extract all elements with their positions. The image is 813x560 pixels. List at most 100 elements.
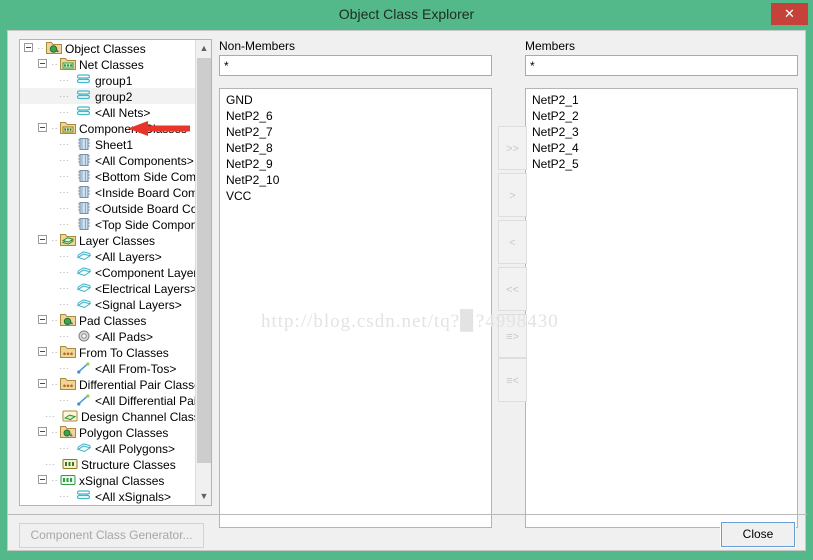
tree-item-group2[interactable]: ··· group2 <box>20 88 196 104</box>
tree-item-label: <Top Side Components> <box>95 217 196 232</box>
close-button[interactable]: Close <box>720 521 796 548</box>
non-member-list-item[interactable]: VCC <box>220 188 491 204</box>
move-selected-left-button[interactable]: ≡< <box>498 358 527 402</box>
polygon-icon <box>76 441 92 455</box>
move-left-button[interactable]: < <box>498 220 527 264</box>
scroll-up-icon[interactable]: ▲ <box>196 40 211 57</box>
tree-item-label: Component Classes <box>79 121 188 136</box>
member-list-item[interactable]: NetP2_3 <box>526 124 797 140</box>
tree-collapse-icon[interactable] <box>38 475 47 485</box>
component-icon <box>76 185 92 199</box>
tree-connector: ··· <box>59 186 69 198</box>
tree-item-component-classes[interactable]: ·· Component Classes <box>20 120 196 136</box>
move-all-left-button[interactable]: << <box>498 267 527 311</box>
dialog-body: ·· Object Classes ·· Net Classes ··· group1 ··… <box>7 30 807 551</box>
window-close-icon[interactable]: ✕ <box>771 3 808 25</box>
tree-collapse-icon[interactable] <box>38 59 47 69</box>
tree-item-label: <Inside Board Components> <box>95 185 196 200</box>
tree-item-inside-board-components[interactable]: ··· <Inside Board Components> <box>20 184 196 200</box>
component-class-generator-button[interactable]: Component Class Generator... <box>19 523 204 548</box>
member-list-item[interactable]: NetP2_1 <box>526 92 797 108</box>
object-class-tree[interactable]: ·· Object Classes ·· Net Classes ··· group1 ··… <box>19 39 212 506</box>
members-listbox[interactable]: NetP2_1 NetP2_2 NetP2_3 NetP2_4 NetP2_5 <box>525 88 798 528</box>
tree-connector: ··· <box>59 442 69 454</box>
polygon-classes-icon <box>60 425 76 439</box>
tree-connector: ··· <box>59 282 69 294</box>
non-member-list-item[interactable]: NetP2_10 <box>220 172 491 188</box>
tree-item-pad-classes[interactable]: ·· Pad Classes <box>20 312 196 328</box>
member-list-item[interactable]: NetP2_5 <box>526 156 797 172</box>
tree-connector: ··· <box>59 138 69 150</box>
fromto-icon <box>76 361 92 375</box>
tree-collapse-icon[interactable] <box>38 347 47 357</box>
tree-item-group1[interactable]: ··· group1 <box>20 72 196 88</box>
scrollbar-thumb[interactable] <box>197 58 211 463</box>
tree-connector: ··· <box>59 170 69 182</box>
tree-collapse-icon[interactable] <box>38 427 47 437</box>
non-members-listbox[interactable]: GND NetP2_6 NetP2_7 NetP2_8 NetP2_9 NetP2_10 V… <box>219 88 492 528</box>
tree-item-top-side-components[interactable]: ··· <Top Side Components> <box>20 216 196 232</box>
tree-item-label: <All Pads> <box>95 329 154 344</box>
tree-item-sheet1[interactable]: ··· Sheet1 <box>20 136 196 152</box>
tree-item-all-differential-pairs[interactable]: ··· <All Differential Pairs> <box>20 392 196 408</box>
tree-item-polygon-classes[interactable]: ·· Polygon Classes <box>20 424 196 440</box>
scroll-down-icon[interactable]: ▼ <box>196 488 211 505</box>
tree-collapse-icon[interactable] <box>24 43 33 53</box>
tree-item-all-from-tos[interactable]: ··· <All From-Tos> <box>20 360 196 376</box>
member-list-item[interactable]: NetP2_2 <box>526 108 797 124</box>
tree-item-all-nets[interactable]: ··· <All Nets> <box>20 104 196 120</box>
non-member-list-item[interactable]: NetP2_6 <box>220 108 491 124</box>
non-members-filter-input[interactable] <box>219 55 492 76</box>
tree-collapse-icon[interactable] <box>38 123 47 133</box>
tree-connector: ·· <box>51 474 58 486</box>
tree-item-layer-classes[interactable]: ·· Layer Classes <box>20 232 196 248</box>
tree-item-bottom-side-components[interactable]: ··· <Bottom Side Components> <box>20 168 196 184</box>
tree-item-from-to-classes[interactable]: ·· From To Classes <box>20 344 196 360</box>
tree-item-component-layers[interactable]: ··· <Component Layers> <box>20 264 196 280</box>
non-member-list-item[interactable]: GND <box>220 92 491 108</box>
tree-item-all-pads[interactable]: ··· <All Pads> <box>20 328 196 344</box>
move-selected-right-button[interactable]: ≡> <box>498 314 527 358</box>
tree-connector: ··· <box>59 218 69 230</box>
tree-item-signal-layers[interactable]: ··· <Signal Layers> <box>20 296 196 312</box>
non-member-list-item[interactable]: NetP2_7 <box>220 124 491 140</box>
object-classes-icon <box>46 41 62 55</box>
tree-item-label: Sheet1 <box>95 137 134 152</box>
tree-collapse-icon[interactable] <box>38 235 47 245</box>
non-member-list-item[interactable]: NetP2_9 <box>220 156 491 172</box>
tree-item-net-classes[interactable]: ·· Net Classes <box>20 56 196 72</box>
members-label: Members <box>525 39 576 53</box>
tree-connector: ·· <box>51 122 58 134</box>
tree-item-object-classes[interactable]: ·· Object Classes <box>20 40 196 56</box>
tree-item-all-xsignals[interactable]: ··· <All xSignals> <box>20 488 196 504</box>
tree-connector: ··· <box>59 106 69 118</box>
tree-item-structure-classes[interactable]: ··· Structure Classes <box>20 456 196 472</box>
tree-collapse-icon[interactable] <box>38 315 47 325</box>
members-filter-input[interactable] <box>525 55 798 76</box>
tree-item-xsignal-classes[interactable]: ·· xSignal Classes <box>20 472 196 488</box>
tree-connector: ·· <box>51 314 58 326</box>
tree-scrollbar[interactable]: ▲ ▼ <box>195 40 211 505</box>
member-list-item[interactable]: NetP2_4 <box>526 140 797 156</box>
tree-item-label: <All xSignals> <box>95 489 172 504</box>
move-right-button[interactable]: > <box>498 173 527 217</box>
tree-item-all-polygons[interactable]: ··· <All Polygons> <box>20 440 196 456</box>
tree-item-electrical-layers[interactable]: ··· <Electrical Layers> <box>20 280 196 296</box>
tree-item-differential-pair-classes[interactable]: ·· Differential Pair Classes <box>20 376 196 392</box>
diffpair-classes-icon <box>60 377 76 391</box>
move-all-right-button[interactable]: >> <box>498 126 527 170</box>
tree-item-outside-board-components[interactable]: ··· <Outside Board Components> <box>20 200 196 216</box>
tree-item-design-channel-classes[interactable]: ··· Design Channel Classes <box>20 408 196 424</box>
component-icon <box>76 153 92 167</box>
tree-connector: ··· <box>59 154 69 166</box>
tree-item-label: <Signal Layers> <box>95 297 182 312</box>
non-member-list-item[interactable]: NetP2_8 <box>220 140 491 156</box>
tree-connector: ··· <box>59 266 69 278</box>
tree-connector: ·· <box>37 42 44 54</box>
tree-item-label: <All Nets> <box>95 105 151 120</box>
tree-collapse-icon[interactable] <box>38 379 47 389</box>
tree-item-label: group2 <box>95 89 133 104</box>
tree-item-all-layers[interactable]: ··· <All Layers> <box>20 248 196 264</box>
tree-item-label: <Outside Board Components> <box>95 201 196 216</box>
tree-item-all-components[interactable]: ··· <All Components> <box>20 152 196 168</box>
